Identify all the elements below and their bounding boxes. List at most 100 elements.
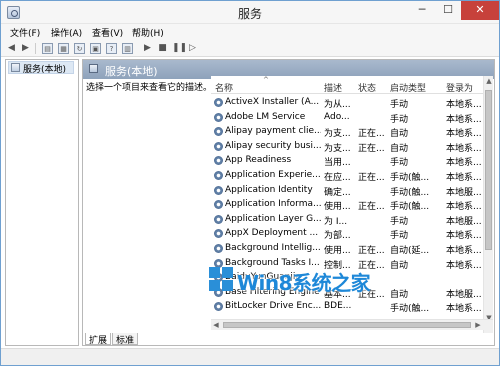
service-description: 为从... [324,100,351,110]
service-gear-icon [214,141,223,151]
horizontal-scrollbar[interactable]: ◀ ▶ [211,319,493,330]
service-gear-icon [214,98,223,107]
properties-icon[interactable]: ▦ [58,43,69,54]
scroll-thumb[interactable] [485,90,492,250]
service-logon-as: 本地系... [446,260,482,271]
title-bar: 服务 ─ ☐ ✕ [1,1,499,24]
service-row[interactable]: Alipay payment clie... 为支... 正在... 自动 本地系... [211,124,483,139]
toolbar-separator [35,43,36,54]
service-row[interactable]: App Readiness 当用... 手动 本地系... [211,153,483,168]
service-name: Application Informa... [225,199,321,210]
status-bar [1,348,499,365]
restart-service-icon[interactable]: ▷ [187,43,198,54]
back-arrow-icon[interactable]: ◀ [6,43,17,54]
export-list-icon[interactable]: ▣ [90,43,101,54]
service-startup-type: 手动(触... [390,173,430,183]
tab-extended[interactable]: 扩展 [85,333,112,346]
service-description: 当用... [324,158,351,169]
service-logon-as: 本地系... [446,143,482,154]
start-service-icon[interactable]: ▶ [142,43,153,54]
service-startup-type: 手动 [390,158,409,169]
service-name: ActiveX Installer (A... [225,97,320,107]
service-gear-icon [214,112,223,122]
tree-item-services-local[interactable]: 服务(本地) [8,61,74,75]
service-name: Adobe LM Service [225,111,306,122]
service-status: 正在... [358,129,385,140]
service-name: Application Experie... [225,170,321,180]
service-name: App Readiness [225,155,292,166]
service-description: 在应... [324,173,351,183]
service-startup-type: 手动 [390,114,409,125]
service-status: 正在... [358,173,385,183]
service-row[interactable]: ActiveX Installer (A... 为从... 手动 本地系... [211,95,483,110]
service-row[interactable]: Adobe LM Service Ado... 手动 本地系... [211,110,483,125]
service-gear-icon [214,244,223,253]
service-startup-type: 自动 [390,260,409,271]
column-status[interactable]: 状态 [358,81,376,94]
service-description: 为支... [324,129,351,140]
service-logon-as: 本地系... [446,114,482,125]
tab-standard[interactable]: 标准 [112,333,139,346]
service-logon-as: 本地系... [446,129,482,140]
service-row[interactable]: Application Identity 确定... 手动(触... 本地服... [211,183,483,198]
service-row[interactable]: AppX Deployment ... 为部... 手动 本地系... [211,226,483,241]
menu-help[interactable]: 帮助(H) [132,26,164,39]
console-icon[interactable]: ▥ [122,43,133,54]
service-row[interactable]: Application Layer G... 为 I... 手动 本地服... [211,212,483,227]
pause-service-icon[interactable]: ❚❚ [172,43,187,54]
watermark: Win8系统之家 [209,263,389,305]
service-logon-as: 本地服... [446,216,482,227]
refresh-icon[interactable]: ↻ [74,43,85,54]
stop-service-icon[interactable]: ■ [157,43,168,54]
column-description[interactable]: 描述 [324,81,342,94]
service-row[interactable]: Alipay security busi... 为支... 正在... 自动 本地系..… [211,139,483,154]
service-description: 为支... [324,143,351,154]
scroll-up-icon[interactable]: ▲ [484,76,493,86]
menu-bar: 文件(F) 操作(A) 查看(V) 帮助(H) [1,24,499,40]
service-gear-icon [214,156,223,166]
scroll-right-icon[interactable]: ▶ [473,320,483,330]
service-name: AppX Deployment ... [225,228,319,239]
service-logon-as: 本地系... [446,246,482,256]
menu-view[interactable]: 查看(V) [92,26,123,39]
column-name[interactable]: 名称 [215,81,233,94]
help-icon[interactable]: ? [106,43,117,54]
minimize-button[interactable]: ─ [409,1,435,20]
service-name: Application Identity [225,184,313,195]
column-startup-type[interactable]: 启动类型 [390,81,426,94]
service-row[interactable]: Application Experie... 在应... 正在... 手动(触... 本… [211,168,483,183]
windows-logo-icon [209,267,233,291]
scroll-thumb-horizontal[interactable] [223,322,471,328]
maximize-button[interactable]: ☐ [435,1,461,20]
service-name: Alipay security busi... [225,140,321,151]
close-button[interactable]: ✕ [461,1,499,20]
service-startup-type: 自动 [390,289,409,300]
services-icon [89,64,98,73]
service-status: 正在... [358,143,385,154]
service-row[interactable]: Application Informa... 使用... 正在... 手动(触... 本… [211,197,483,212]
service-row[interactable]: Background Intellig... 使用... 正在... 自动(延... 本… [211,241,483,256]
service-startup-type: 手动(触... [390,187,430,198]
console-tree: 服务(本地) [5,59,79,346]
service-status: 正在... [358,202,385,213]
forward-arrow-icon[interactable]: ▶ [20,43,31,54]
service-description: Ado... [324,111,350,122]
column-logon-as[interactable]: 登录为 [446,81,473,94]
service-startup-type: 手动(触... [390,304,430,315]
vertical-scrollbar[interactable]: ▲ ▼ [483,76,493,333]
menu-action[interactable]: 操作(A) [51,26,82,39]
service-logon-as: 本地系... [446,158,482,169]
service-name: Application Layer G... [225,213,321,224]
service-gear-icon [214,127,223,137]
service-logon-as: 本地系... [446,304,482,315]
service-name: Alipay payment clie... [225,126,321,137]
scroll-left-icon[interactable]: ◀ [211,320,221,330]
menu-file[interactable]: 文件(F) [10,26,40,39]
service-startup-type: 自动(延... [390,246,430,256]
service-startup-type: 手动(触... [390,202,430,213]
service-logon-as: 本地服... [446,187,482,198]
show-hide-tree-icon[interactable]: ▤ [42,43,53,54]
service-gear-icon [214,200,223,210]
sort-up-icon: ^ [263,76,269,84]
service-name: Background Intellig... [225,243,321,253]
